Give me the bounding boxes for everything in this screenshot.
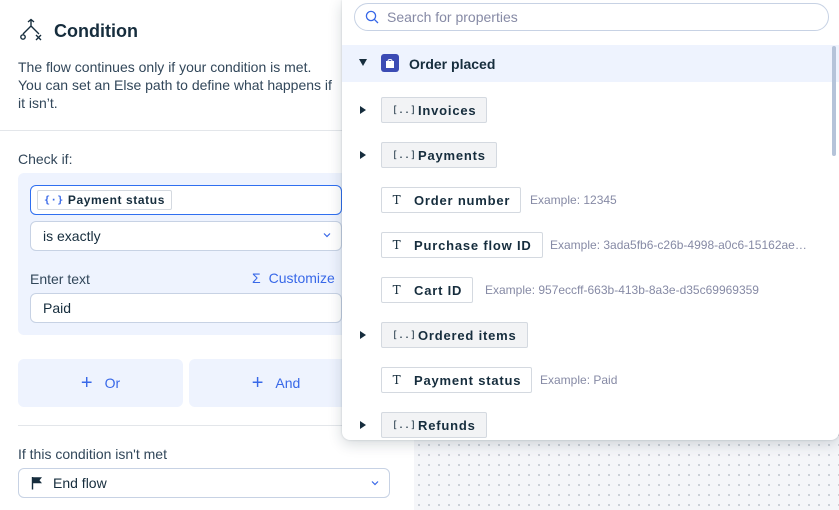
collection-icon: [..] bbox=[392, 329, 417, 341]
property-example: Example: Paid bbox=[540, 373, 618, 387]
panel-header: Condition bbox=[18, 18, 138, 44]
check-if-label: Check if: bbox=[18, 151, 73, 167]
property-chip-label: Payment status bbox=[67, 193, 165, 207]
text-type-icon: T bbox=[392, 238, 402, 252]
condition-description: The flow continues only if your conditio… bbox=[18, 59, 332, 111]
search-icon bbox=[365, 10, 379, 24]
property-row[interactable]: [..] Payments bbox=[342, 142, 839, 168]
text-value: Paid bbox=[43, 300, 72, 316]
else-value: End flow bbox=[53, 475, 107, 491]
property-label: Purchase flow ID bbox=[414, 237, 532, 253]
and-button[interactable]: + And bbox=[189, 359, 363, 407]
property-example: Example: 3ada5fb6-c26b-4998-a0c6-15162ae… bbox=[550, 238, 807, 252]
property-chip[interactable]: T Payment status bbox=[381, 367, 533, 393]
shopping-bag-icon bbox=[381, 54, 399, 72]
caret-right-icon[interactable] bbox=[360, 331, 366, 339]
or-button[interactable]: + Or bbox=[18, 359, 183, 407]
property-label: Refunds bbox=[418, 417, 476, 433]
search-input[interactable] bbox=[387, 9, 807, 25]
property-chip[interactable]: T Cart ID bbox=[381, 277, 474, 303]
caret-down-icon[interactable] bbox=[359, 59, 367, 66]
enter-text-label: Enter text bbox=[30, 271, 90, 287]
flag-icon bbox=[31, 477, 42, 490]
text-value-input[interactable]: Paid bbox=[30, 293, 342, 323]
caret-right-icon[interactable] bbox=[360, 151, 366, 159]
property-label: Invoices bbox=[418, 102, 477, 118]
search-box[interactable] bbox=[354, 3, 829, 31]
property-row[interactable]: T Order number Example: 12345 bbox=[342, 187, 839, 213]
sigma-icon: Σ bbox=[252, 270, 261, 286]
property-row[interactable]: T Payment status Example: Paid bbox=[342, 367, 839, 393]
chevron-down-icon bbox=[371, 481, 379, 486]
divider bbox=[18, 425, 390, 426]
property-row[interactable]: T Purchase flow ID Example: 3ada5fb6-c26b-… bbox=[342, 232, 839, 258]
page-title: Condition bbox=[54, 20, 138, 41]
and-label: And bbox=[275, 375, 301, 391]
text-type-icon: T bbox=[392, 283, 402, 297]
property-label: Cart ID bbox=[414, 282, 463, 298]
property-row[interactable]: T Cart ID Example: 957eccff-663b-413b-8a3e… bbox=[342, 277, 839, 303]
properties-dropdown: Order placed [..]Invoices[..]PaymentsTOr… bbox=[342, 0, 839, 440]
property-row[interactable]: [..] Invoices bbox=[342, 97, 839, 123]
plus-icon: + bbox=[80, 372, 93, 394]
property-label: Order number bbox=[414, 192, 511, 208]
text-type-icon: T bbox=[392, 373, 402, 387]
property-label: Payments bbox=[418, 147, 486, 163]
or-label: Or bbox=[104, 375, 121, 391]
plus-icon: + bbox=[251, 372, 264, 394]
property-label: Payment status bbox=[414, 372, 522, 388]
collection-icon: [..] bbox=[392, 149, 417, 161]
property-chip[interactable]: T Order number bbox=[381, 187, 522, 213]
tree-root-label: Order placed bbox=[409, 56, 496, 72]
caret-right-icon[interactable] bbox=[360, 421, 366, 429]
property-chip[interactable]: [..] Ordered items bbox=[381, 322, 528, 348]
property-chip[interactable]: [..] Refunds bbox=[381, 412, 487, 438]
property-field[interactable]: {·} Payment status bbox=[30, 185, 342, 215]
condition-split-icon bbox=[20, 18, 42, 41]
property-example: Example: 12345 bbox=[530, 193, 617, 207]
tree-root-order-placed[interactable]: Order placed bbox=[342, 45, 839, 82]
property-chip[interactable]: T Purchase flow ID bbox=[381, 232, 543, 258]
text-type-icon: T bbox=[392, 193, 402, 207]
property-label: Ordered items bbox=[418, 327, 517, 343]
property-row[interactable]: [..] Ordered items bbox=[342, 322, 839, 348]
collection-icon: [..] bbox=[392, 419, 417, 431]
operator-select[interactable]: is exactly bbox=[30, 221, 342, 251]
caret-right-icon[interactable] bbox=[360, 106, 366, 114]
property-chip[interactable]: [..] Invoices bbox=[381, 97, 488, 123]
else-label: If this condition isn't met bbox=[18, 446, 167, 462]
variable-icon: {·} bbox=[44, 194, 64, 206]
property-chip[interactable]: [..] Payments bbox=[381, 142, 497, 168]
property-row[interactable]: [..] Refunds bbox=[342, 412, 839, 438]
property-chip[interactable]: {·} Payment status bbox=[37, 190, 172, 210]
collection-icon: [..] bbox=[392, 104, 417, 116]
chevron-down-icon bbox=[323, 233, 331, 238]
operator-value: is exactly bbox=[43, 228, 101, 244]
customize-label: Customize bbox=[268, 270, 335, 286]
flow-canvas bbox=[414, 430, 839, 510]
else-select[interactable]: End flow bbox=[18, 468, 390, 498]
property-example: Example: 957eccff-663b-413b-8a3e-d35c699… bbox=[485, 283, 759, 297]
customize-link[interactable]: Σ Customize bbox=[252, 270, 335, 286]
